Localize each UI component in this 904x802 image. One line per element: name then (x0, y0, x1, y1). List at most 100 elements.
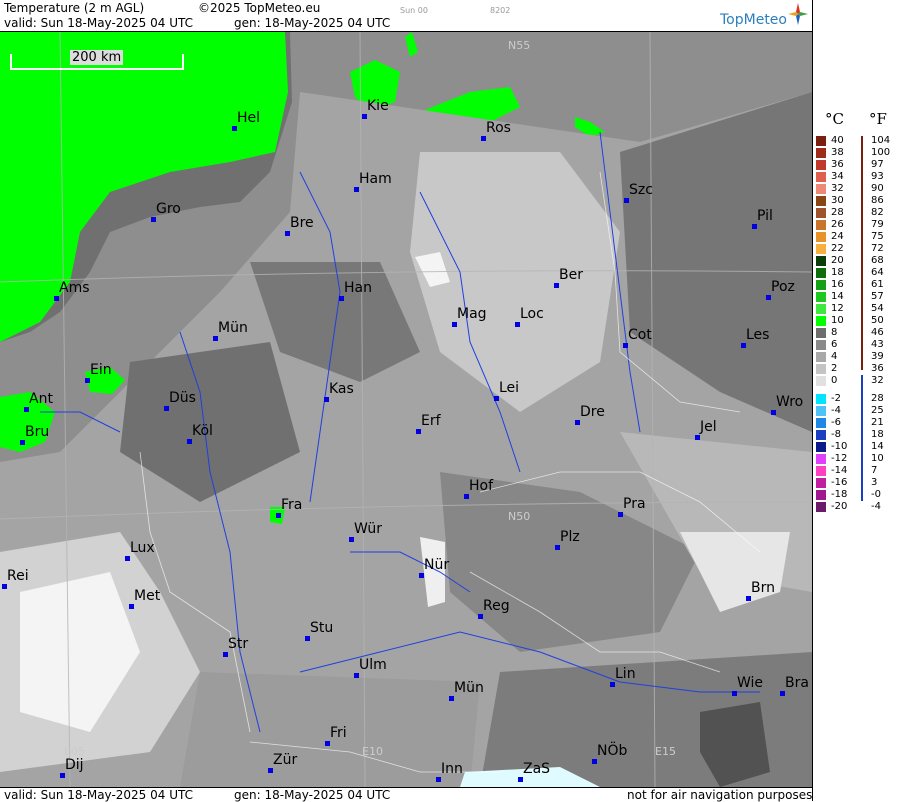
city-marker (164, 406, 169, 411)
legend-row: 22 72 (813, 244, 904, 254)
legend-celsius-value: 28 (831, 207, 844, 218)
valid-time: valid: Sun 18-May-2025 04 UTC (4, 16, 193, 30)
legend-celsius-value: 40 (831, 135, 844, 146)
city-marker (766, 295, 771, 300)
city-label: Fri (330, 725, 347, 741)
legend-celsius-value: -8 (831, 429, 841, 440)
city-marker (276, 513, 281, 518)
legend-swatch (816, 232, 826, 242)
city-marker (305, 636, 310, 641)
topmeteo-logo: TopMeteo (720, 12, 787, 28)
legend-row: 26 79 (813, 220, 904, 230)
city-marker (125, 556, 130, 561)
city-label: Mag (457, 306, 487, 322)
city-marker (285, 231, 290, 236)
city-marker (339, 296, 344, 301)
legend-celsius-value: 16 (831, 279, 844, 290)
city-label: Rei (7, 568, 29, 584)
legend-fahrenheit-value: 43 (871, 339, 884, 350)
city-marker (554, 283, 559, 288)
city-marker (515, 322, 520, 327)
city-marker (494, 396, 499, 401)
city-marker (741, 343, 746, 348)
legend-row: 4 39 (813, 352, 904, 362)
city-marker (452, 322, 457, 327)
city-marker (354, 673, 359, 678)
city-marker (610, 682, 615, 687)
temperature-legend: °C °F 40 104 38 100 36 97 34 93 32 90 30 86 28 82 26 79… (812, 0, 904, 801)
legend-row: 10 50 (813, 316, 904, 326)
legend-celsius-value: -12 (831, 453, 848, 464)
city-marker (478, 614, 483, 619)
legend-celsius-value: 36 (831, 159, 844, 170)
city-label: Dij (65, 757, 84, 773)
city-label: ZaS (523, 761, 551, 777)
city-marker (85, 378, 90, 383)
city-label: Pra (623, 496, 646, 512)
city-label: Ros (486, 120, 511, 136)
city-marker (268, 768, 273, 773)
legend-fahrenheit-value: 18 (871, 429, 884, 440)
city-label: Ant (29, 391, 53, 407)
legend-celsius-value: -4 (831, 405, 841, 416)
city-label: Szc (629, 182, 653, 198)
city-marker (419, 573, 424, 578)
legend-row: -2 28 (813, 394, 904, 404)
legend-fahrenheit-value: 75 (871, 231, 884, 242)
city-marker (436, 777, 441, 782)
city-marker (732, 691, 737, 696)
legend-celsius-value: 24 (831, 231, 844, 242)
city-marker (362, 114, 367, 119)
legend-row: -20 -4 (813, 502, 904, 512)
legend-celsius-value: 26 (831, 219, 844, 230)
legend-celsius-value: 2 (831, 363, 838, 374)
city-marker (324, 397, 329, 402)
city-label: Lux (130, 540, 155, 556)
legend-row: -18 -0 (813, 490, 904, 500)
legend-celsius-value: 20 (831, 255, 844, 266)
legend-row: 18 64 (813, 268, 904, 278)
temperature-map[interactable]: 200 km N55 N50 E05 E10 E15 Hel Kie Ros Ham S… (0, 32, 812, 787)
legend-row: -10 14 (813, 442, 904, 452)
legend-row: 2 36 (813, 364, 904, 374)
city-marker (151, 217, 156, 222)
legend-swatch (816, 316, 826, 326)
city-label: Wür (354, 521, 382, 537)
legend-swatch (816, 394, 826, 404)
legend-swatch (816, 352, 826, 362)
legend-celsius-value: -6 (831, 417, 841, 428)
copyright: ©2025 TopMeteo.eu (198, 1, 321, 15)
legend-celsius-value: 38 (831, 147, 844, 158)
legend-fahrenheit-value: -4 (871, 501, 881, 512)
legend-swatch (816, 328, 826, 338)
legend-swatch (816, 364, 826, 374)
legend-swatch (816, 442, 826, 452)
legend-row: 30 86 (813, 196, 904, 206)
city-label: Han (344, 280, 372, 296)
city-label: Ein (90, 362, 112, 378)
legend-row: 36 97 (813, 160, 904, 170)
city-label: Inn (441, 761, 463, 777)
city-label: Reg (483, 598, 510, 614)
city-label: Str (228, 636, 249, 652)
legend-fahrenheit-value: 68 (871, 255, 884, 266)
city-marker (223, 652, 228, 657)
legend-fahrenheit-value: 104 (871, 135, 891, 146)
legend-fahrenheit-value: 3 (871, 477, 878, 488)
legend-swatch (816, 160, 826, 170)
unit-fahrenheit: °F (869, 110, 887, 128)
legend-row: 8 46 (813, 328, 904, 338)
city-label: Loc (520, 306, 544, 322)
legend-celsius-value: -18 (831, 489, 848, 500)
legend-celsius-value: 8 (831, 327, 838, 338)
city-label: Bru (25, 424, 50, 440)
legend-swatch (816, 292, 826, 302)
city-label: Kas (329, 381, 354, 397)
legend-row: -6 21 (813, 418, 904, 428)
legend-celsius-value: -2 (831, 393, 841, 404)
legend-swatch (816, 304, 826, 314)
legend-swatch (816, 268, 826, 278)
legend-swatch (816, 220, 826, 230)
city-label: Pil (757, 208, 773, 224)
legend-row: 40 104 (813, 136, 904, 146)
